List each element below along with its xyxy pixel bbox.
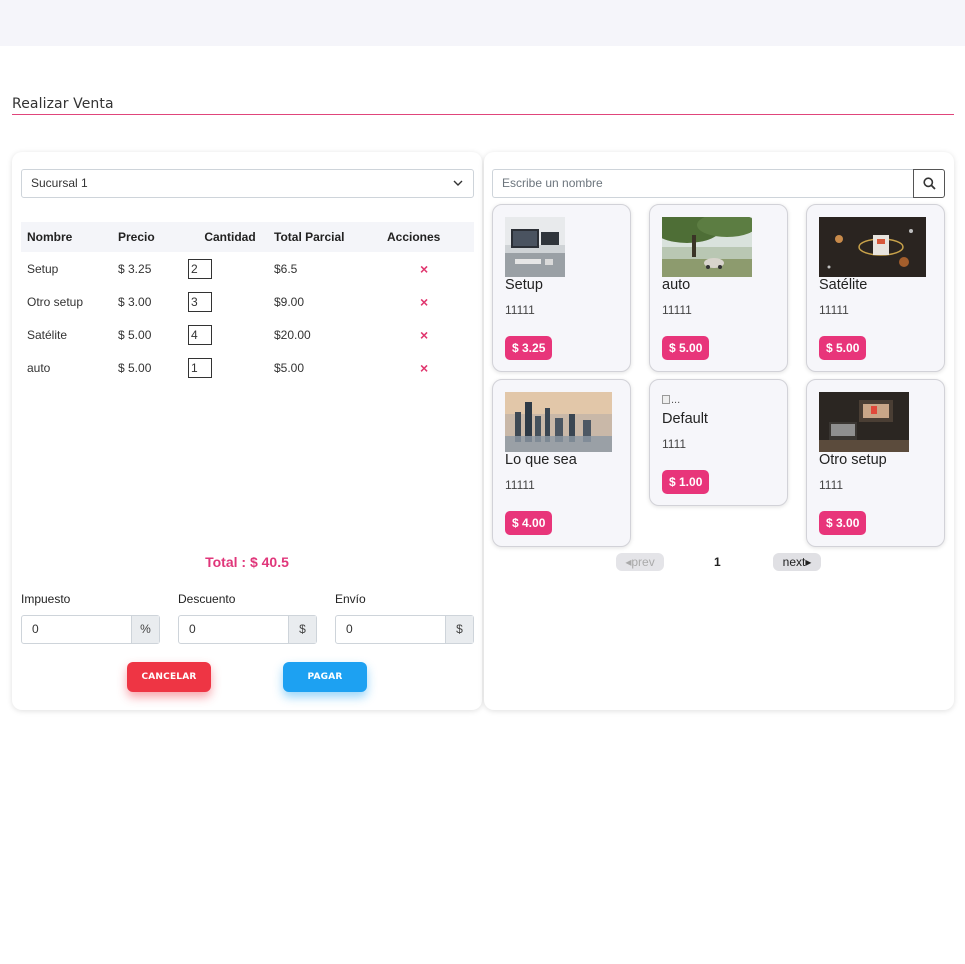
catalog-panel: Escribe un nombre Setup 11111 $ 3.25 aut…: [484, 152, 954, 710]
product-card[interactable]: Otro setup 1111 $ 3.00: [806, 379, 945, 547]
cart-item-subtotal: $6.5: [274, 261, 298, 276]
cart-table-header: Nombre Precio Cantidad Total Parcial Acc…: [21, 222, 474, 252]
satellite-illustration: [819, 217, 926, 277]
product-price: $ 1.00: [662, 470, 710, 494]
broken-image-alt: ...: [671, 394, 681, 406]
column-header-actions: Acciones: [387, 230, 441, 244]
cart-item-subtotal: $20.00: [274, 327, 311, 342]
cart-row: Otro setup $ 3.00 3 $9.00 ×: [21, 285, 474, 318]
product-code: 11111: [505, 478, 535, 492]
product-code: 1111: [819, 478, 844, 492]
cart-row: Satélite $ 5.00 4 $20.00 ×: [21, 318, 474, 351]
column-header-subtotal: Total Parcial: [274, 230, 345, 244]
product-code: 11111: [662, 303, 692, 317]
column-header-name: Nombre: [27, 230, 73, 244]
discount-unit: $: [288, 616, 316, 643]
dark-desk-photo: [819, 392, 909, 452]
discount-field[interactable]: 0 $: [178, 615, 317, 644]
quantity-input[interactable]: 4: [188, 324, 212, 345]
car-under-tree-photo: [662, 217, 752, 277]
remove-item-icon[interactable]: ×: [420, 327, 428, 343]
shipping-value: 0: [346, 622, 353, 636]
shipping-field[interactable]: 0 $: [335, 615, 474, 644]
quantity-input[interactable]: 2: [188, 258, 212, 279]
product-code: 11111: [819, 303, 849, 317]
product-price: $ 3.00: [819, 511, 867, 535]
product-name: Satélite: [819, 277, 868, 293]
tax-unit: %: [131, 616, 159, 643]
branch-select[interactable]: Sucursal 1: [21, 169, 474, 198]
cart-item-price: $ 5.00: [118, 360, 152, 375]
cart-row: Setup $ 3.25 2 $6.5 ×: [21, 252, 474, 285]
column-header-quantity: Cantidad: [204, 230, 256, 244]
cart-item-name: Setup: [27, 261, 59, 276]
remove-item-icon[interactable]: ×: [420, 294, 428, 310]
column-header-price: Precio: [118, 230, 155, 244]
pagination-prev-button[interactable]: ◂prev: [616, 553, 664, 571]
discount-label: Descuento: [178, 592, 236, 606]
shipping-unit: $: [445, 616, 473, 643]
quantity-input[interactable]: 1: [188, 357, 212, 378]
cart-item-price: $ 3.25: [118, 261, 152, 276]
pagination-current-page[interactable]: 1: [714, 553, 721, 571]
pagination-prev-label: prev: [631, 555, 655, 569]
cart-table: Nombre Precio Cantidad Total Parcial Acc…: [21, 222, 474, 384]
pay-button[interactable]: PAGAR: [283, 662, 367, 692]
city-skyline-photo: [505, 392, 612, 452]
cart-item-subtotal: $9.00: [274, 294, 305, 309]
product-name: Lo que sea: [505, 452, 577, 468]
product-name: auto: [662, 277, 691, 293]
cart-item-subtotal: $5.00: [274, 360, 305, 375]
cancel-button[interactable]: CANCELAR: [127, 662, 211, 692]
product-price: $ 3.25: [505, 336, 553, 360]
cart-item-name: Otro setup: [27, 294, 84, 309]
sale-panel: Sucursal 1 Nombre Precio Cantidad Total …: [12, 152, 482, 710]
product-card[interactable]: auto 11111 $ 5.00: [649, 204, 788, 372]
shipping-label: Envío: [335, 592, 366, 606]
product-price: $ 4.00: [505, 511, 553, 535]
remove-item-icon[interactable]: ×: [420, 360, 428, 376]
discount-value: 0: [189, 622, 196, 636]
sale-total: Total : $ 40.5: [205, 554, 289, 570]
pagination-next-button[interactable]: next▸: [773, 553, 821, 571]
product-name: Otro setup: [819, 452, 887, 468]
tax-label: Impuesto: [21, 592, 71, 606]
cart-item-price: $ 3.00: [118, 294, 152, 309]
cart-item-name: auto: [27, 360, 51, 375]
pagination-next-label: next: [782, 555, 806, 569]
page-title: Realizar Venta: [12, 96, 114, 112]
product-name: Setup: [505, 277, 543, 293]
product-card[interactable]: Satélite 11111 $ 5.00: [806, 204, 945, 372]
tax-field[interactable]: 0 %: [21, 615, 160, 644]
product-price: $ 5.00: [662, 336, 710, 360]
product-card[interactable]: Lo que sea 11111 $ 4.00: [492, 379, 631, 547]
product-price: $ 5.00: [819, 336, 867, 360]
cart-row: auto $ 5.00 1 $5.00 ×: [21, 351, 474, 384]
chevron-down-icon: [453, 180, 463, 186]
quantity-input[interactable]: 3: [188, 291, 212, 312]
title-divider: [12, 114, 954, 115]
desk-setup-photo: [505, 217, 565, 277]
product-card[interactable]: Setup 11111 $ 3.25: [492, 204, 631, 372]
caret-right-icon: ▸: [805, 555, 812, 569]
cart-item-name: Satélite: [27, 327, 68, 342]
branch-select-value: Sucursal 1: [31, 176, 88, 190]
search-icon: [923, 177, 936, 190]
search-button[interactable]: [913, 169, 945, 198]
cart-item-price: $ 5.00: [118, 327, 152, 342]
product-code: 1111: [662, 437, 687, 451]
remove-item-icon[interactable]: ×: [420, 261, 428, 277]
search-input[interactable]: Escribe un nombre: [492, 169, 914, 198]
broken-image-icon: ...: [662, 394, 680, 406]
product-code: 11111: [505, 303, 535, 317]
product-card[interactable]: ... Default 1111 $ 1.00: [649, 379, 788, 506]
top-bar: [0, 0, 965, 46]
product-name: Default: [662, 411, 708, 427]
tax-value: 0: [32, 622, 39, 636]
